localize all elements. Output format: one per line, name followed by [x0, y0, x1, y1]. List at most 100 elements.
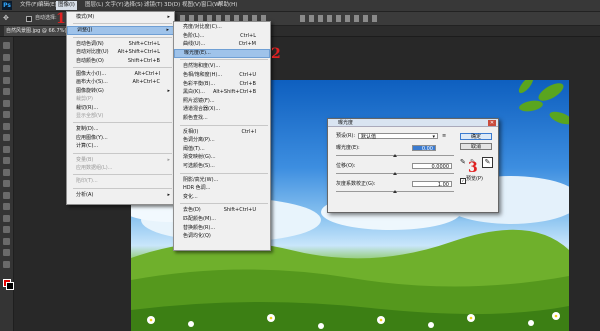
menu-item-label: 画布大小(S)...	[76, 79, 108, 86]
move-tool-icon[interactable]	[3, 42, 10, 49]
eraser-tool-icon[interactable]	[3, 157, 10, 164]
menu-item[interactable]: 调整(J) ▸	[67, 26, 174, 36]
hand-tool-icon[interactable]	[3, 249, 10, 256]
menu-item[interactable]: 自动颜色(O) Shift+Ctrl+B	[67, 57, 174, 65]
distribute-icons[interactable]	[300, 15, 380, 22]
menu-item[interactable]: 分析(A) ▸	[67, 191, 174, 199]
menu-separator	[180, 172, 268, 174]
menu-item-label: 计算(C)...	[76, 143, 99, 150]
menu-item[interactable]: 显示全部(V)	[67, 112, 174, 120]
menu-item[interactable]: 照片滤镜(F)...	[174, 97, 270, 105]
menu-item[interactable]: 去色(D) Shift+Ctrl+U	[174, 206, 270, 214]
gamma-label: 灰度系数校正(G):	[336, 181, 376, 187]
menu-item[interactable]: 变化...	[174, 193, 270, 201]
gamma-slider-thumb[interactable]	[393, 190, 397, 193]
menu-item[interactable]: 曲线(U)... Ctrl+M	[174, 40, 270, 48]
document-tab[interactable]: 自然风景图.jpg @ 66.7%(RGB/8)	[4, 26, 66, 36]
ok-button[interactable]: 确定	[460, 133, 492, 140]
menu-3[interactable]: 图层(L)	[83, 1, 105, 10]
menu-10[interactable]: 帮助(H)	[216, 1, 239, 10]
menu-item[interactable]: 色相/饱和度(H)... Ctrl+U	[174, 71, 270, 79]
blur-tool-icon[interactable]	[3, 180, 10, 187]
menu-item[interactable]: 色调均化(Q)	[174, 232, 270, 240]
menu-item[interactable]: 亮度/对比度(C)...	[174, 23, 270, 31]
menu-item[interactable]: 图像旋转(G) ▸	[67, 87, 174, 95]
menu-item[interactable]: 色彩平衡(B)... Ctrl+B	[174, 80, 270, 88]
brush-tool-icon[interactable]	[3, 122, 10, 130]
menu-item[interactable]: 颜色查找...	[174, 114, 270, 122]
menu-item[interactable]: 自动对比度(U) Alt+Shift+Ctrl+L	[67, 48, 174, 56]
menu-item[interactable]: 色调分离(P)...	[174, 136, 270, 144]
eyedropper-white-icon[interactable]: ✎	[482, 157, 493, 168]
menu-item-label: 应用图像(Y)...	[76, 134, 108, 141]
menu-item-shortcut: Shift+Ctrl+B	[127, 57, 160, 64]
healing-brush-icon[interactable]	[3, 111, 10, 118]
crop-tool-icon[interactable]	[3, 88, 10, 95]
menu-item[interactable]: 阈值(T)...	[174, 145, 270, 153]
close-icon[interactable]: ✕	[488, 120, 496, 126]
menu-item-shortcut: Shift+Ctrl+L	[128, 40, 160, 47]
menu-item[interactable]: 图像大小(I)... Alt+Ctrl+I	[67, 70, 174, 78]
menu-item-label: 模式(M)	[76, 14, 95, 20]
zoom-tool-icon[interactable]	[3, 260, 10, 268]
gamma-field[interactable]: 1.00	[412, 181, 452, 188]
menu-separator	[180, 124, 268, 126]
type-tool-icon[interactable]	[3, 214, 10, 222]
menu-item[interactable]: 画布大小(S)... Alt+Ctrl+C	[67, 78, 174, 86]
menu-item-shortcut: Alt+Shift+Ctrl+B	[212, 89, 256, 96]
menu-item[interactable]: 陷印(T)...	[67, 177, 174, 185]
submenu-arrow-icon: ▸	[167, 156, 170, 163]
menu-item[interactable]: 反相(I) Ctrl+I	[174, 128, 270, 136]
menu-item[interactable]: 渐变映射(G)...	[174, 153, 270, 161]
history-brush-icon[interactable]	[3, 145, 10, 153]
preset-select[interactable]: 默认值 ▾	[358, 133, 438, 140]
shape-tool-icon[interactable]	[3, 237, 10, 245]
menu-item[interactable]: 变量(B) ▸	[67, 156, 174, 164]
exposure-field[interactable]: 0.00	[412, 145, 436, 152]
menu-item[interactable]: 匹配颜色(M)...	[174, 215, 270, 223]
menu-item[interactable]: 通道混合器(X)...	[174, 105, 270, 113]
eyedropper-tool-icon[interactable]	[3, 99, 10, 107]
quick-select-tool-icon[interactable]	[3, 76, 10, 84]
lasso-tool-icon[interactable]	[3, 65, 10, 72]
menu-item[interactable]: 黑白(K)... Alt+Shift+Ctrl+B	[174, 88, 270, 96]
submenu-arrow-icon: ▸	[167, 14, 170, 20]
menu-item[interactable]: 模式(M) ▸	[67, 13, 174, 21]
offset-slider-thumb[interactable]	[393, 172, 397, 175]
menu-item[interactable]: HDR 色调...	[174, 184, 270, 192]
marquee-tool-icon[interactable]	[3, 53, 10, 61]
menu-item-label: 色调分离(P)...	[183, 137, 215, 144]
pen-tool-icon[interactable]	[3, 203, 10, 210]
preset-options-icon[interactable]: ≡	[442, 133, 446, 140]
move-tool-icon[interactable]: ✥	[3, 15, 10, 22]
auto-select-checkbox[interactable]	[26, 16, 32, 22]
menu-item[interactable]: 曝光度(E)...	[174, 48, 270, 58]
menu-item[interactable]: 计算(C)...	[67, 142, 174, 150]
menu-item[interactable]: 自然饱和度(V)...	[174, 62, 270, 70]
menu-item[interactable]: 色阶(L)... Ctrl+L	[174, 32, 270, 40]
submenu-arrow-icon: ▸	[167, 191, 170, 198]
menu-item[interactable]: 裁切(R)...	[67, 104, 174, 112]
clone-stamp-icon[interactable]	[3, 134, 10, 141]
offset-field[interactable]: 0.0000	[412, 163, 452, 170]
background-color-swatch[interactable]	[6, 282, 14, 290]
menu-item[interactable]: 应用图像(Y)...	[67, 134, 174, 142]
gradient-tool-icon[interactable]	[3, 168, 10, 176]
menu-2[interactable]: 图像(I)	[56, 1, 77, 10]
cancel-button[interactable]: 取消	[460, 143, 492, 150]
menu-item[interactable]: 替换颜色(R)...	[174, 224, 270, 232]
menu-item[interactable]: 自动色调(N) Shift+Ctrl+L	[67, 40, 174, 48]
menu-item-label: 黑白(K)...	[183, 89, 205, 96]
menu-item[interactable]: 裁剪(P)	[67, 95, 174, 103]
menu-item[interactable]: 阴影/高光(W)...	[174, 176, 270, 184]
dodge-tool-icon[interactable]	[3, 191, 10, 199]
menu-item[interactable]: 可选颜色(S)...	[174, 162, 270, 170]
path-select-icon[interactable]	[3, 226, 10, 233]
menu-item-label: 变量(B)	[76, 156, 94, 163]
menu-item[interactable]: 应用数据组(L)...	[67, 164, 174, 172]
menu-item-label: 色阶(L)...	[183, 32, 205, 39]
exposure-slider-thumb[interactable]	[393, 154, 397, 157]
preset-label: 预设(R):	[336, 133, 356, 139]
eyedropper-black-icon[interactable]: ✎	[460, 158, 468, 166]
menu-item[interactable]: 复制(D)...	[67, 125, 174, 133]
